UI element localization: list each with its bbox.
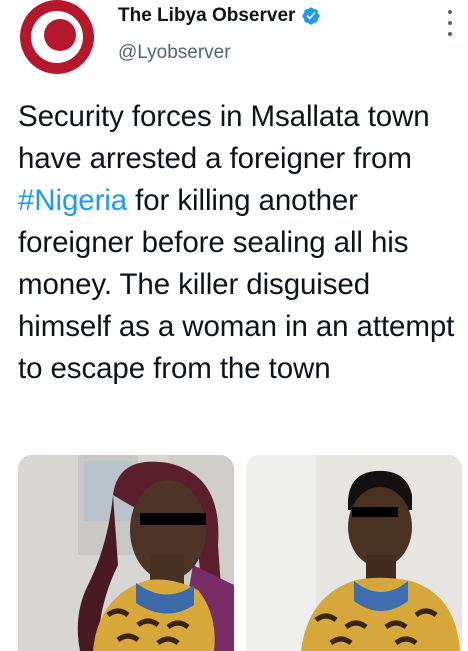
display-name[interactable]: The Libya Observer [118,5,321,27]
tweet-photo-1[interactable] [18,455,234,651]
user-handle[interactable]: @Lyobserver [118,42,231,64]
more-dot [448,21,452,25]
tweet-header: The Libya Observer @Lyobserver [0,0,468,80]
avatar[interactable] [20,0,94,74]
tweet-text-before: Security forces in Msallata town have ar… [18,100,430,175]
avatar-logo-ring [31,11,83,63]
photo-1-image [18,455,234,651]
more-dot [448,32,452,36]
photo-2-image [246,455,462,651]
avatar-logo-dot [44,19,76,51]
media-grid [18,455,462,651]
tweet-photo-2[interactable] [246,455,462,651]
verified-badge-icon [302,7,320,25]
display-name-text: The Libya Observer [118,5,296,26]
tweet-text: Security forces in Msallata town have ar… [18,96,458,390]
more-dot [448,10,452,14]
more-options-icon[interactable] [440,8,460,38]
hashtag-link[interactable]: #Nigeria [18,184,127,217]
